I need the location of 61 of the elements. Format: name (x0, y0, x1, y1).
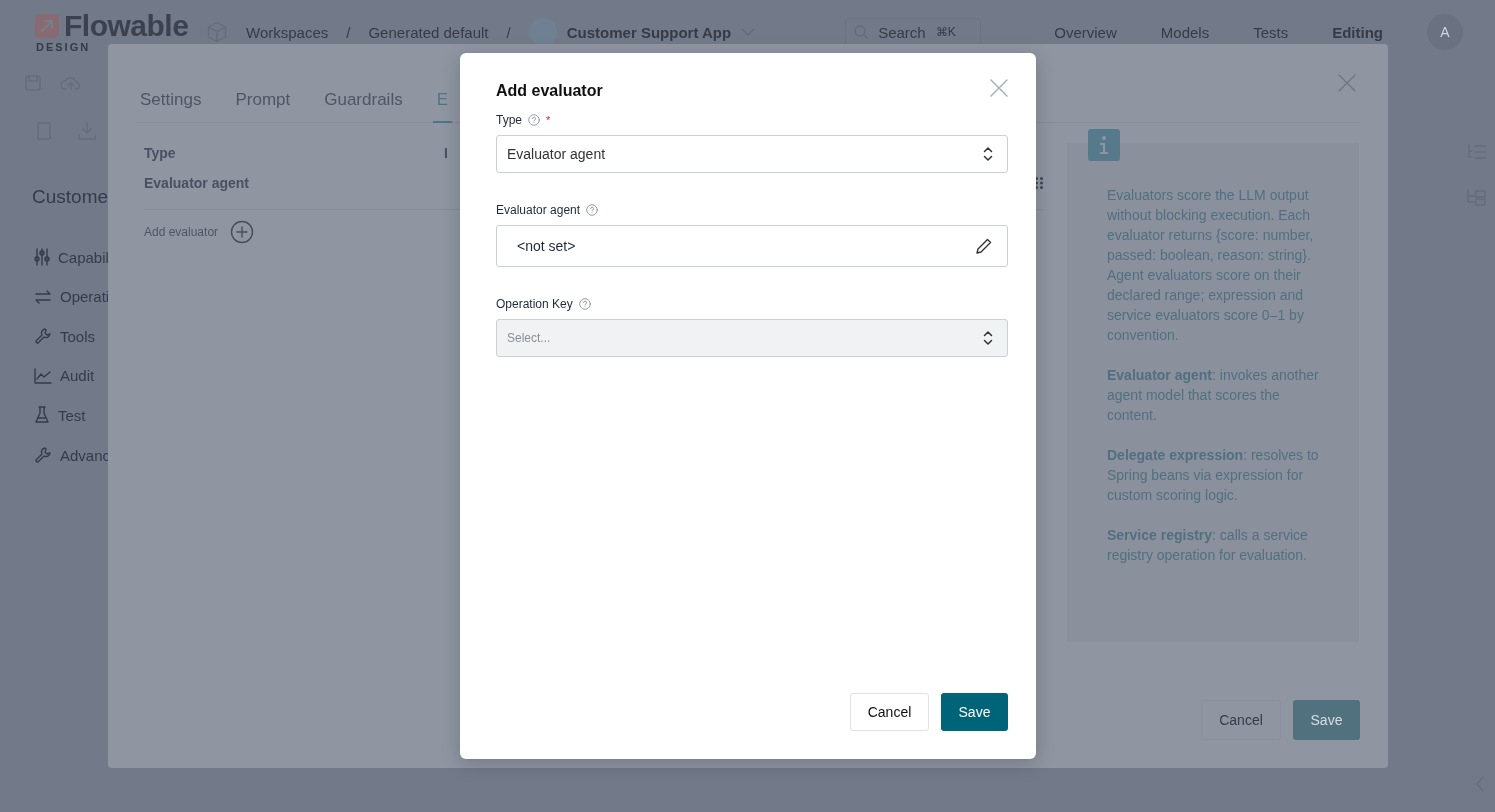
column-header: I (444, 145, 448, 161)
column-header: Type (144, 145, 177, 161)
add-evaluator-link[interactable]: Add evaluator (144, 225, 219, 239)
page-title: Custome (32, 186, 108, 208)
app-badge-icon (528, 18, 557, 46)
avatar[interactable]: A (1427, 14, 1463, 50)
info-paragraph: Evaluator agent: invokes another agent model that scores the content. (1107, 366, 1319, 425)
swap-arrows-icon (34, 288, 52, 305)
sidebar-item[interactable]: Operati (60, 288, 110, 305)
cancel-button[interactable]: Cancel (1201, 700, 1281, 740)
field-label: Type (496, 113, 522, 127)
sidebar-item[interactable]: Tools (60, 327, 96, 345)
info-paragraph: Service registry: calls a service registry operation for evaluation. (1107, 526, 1309, 565)
chevron-updown-icon (983, 330, 993, 346)
select-field[interactable]: Evaluator agent (496, 135, 1008, 173)
tab[interactable]: Prompt (231, 88, 295, 123)
logo-icon (34, 13, 60, 39)
logo-text: Flowable (64, 11, 189, 41)
close-icon (1338, 74, 1356, 92)
nav-link[interactable]: Tests (1253, 23, 1289, 41)
drag-handle-icon[interactable] (1035, 177, 1043, 189)
breadcrumb-separator: / (506, 23, 511, 41)
tab[interactable]: Settings (136, 88, 206, 123)
close-icon (990, 79, 1008, 97)
tab[interactable]: Guardrails (320, 88, 407, 123)
help-icon (586, 204, 599, 216)
sidebar-item[interactable]: Test (58, 406, 86, 424)
agent-picker-field[interactable]: <not set> (496, 225, 1008, 267)
breadcrumb-link[interactable]: Generated default (368, 23, 489, 41)
save-button[interactable]: Save (941, 693, 1008, 731)
sidebar-item[interactable]: Audit (60, 367, 95, 384)
sidebar-item[interactable]: Capabil (58, 248, 109, 266)
info-paragraph: Delegate expression: resolves to Spring beans via expression for custom scoring logic. (1107, 446, 1319, 505)
save-button[interactable]: Save (1293, 700, 1360, 740)
wrench-icon (34, 446, 52, 464)
required-mark: * (546, 114, 551, 126)
logo-subtitle: DESIGN (36, 41, 92, 53)
sidebar-item[interactable]: Advanc (60, 446, 111, 464)
nav-link[interactable]: Models (1160, 23, 1210, 41)
nav-link[interactable]: Editing (1332, 23, 1383, 41)
help-icon (528, 114, 540, 126)
app-selector[interactable]: Customer Support App (566, 23, 732, 41)
wrench-icon (34, 327, 52, 345)
info-paragraph: Evaluators score the LLM output without blocking execution. Each evaluator returns {score: number, passed: boolean, reason: string}. Agent evaluators score on their declared range; expression and service evaluators score 0–1 by convention. (1107, 186, 1315, 345)
sliders-icon (34, 248, 50, 266)
cancel-button[interactable]: Cancel (850, 693, 929, 731)
dialog-title: Add evaluator (496, 82, 603, 100)
flask-icon (34, 406, 50, 424)
field-label: Operation Key (496, 297, 573, 311)
breadcrumb-separator: / (346, 23, 351, 41)
breadcrumb-link[interactable]: Workspaces (246, 23, 329, 41)
chevron-updown-icon (983, 146, 993, 162)
field-label: Evaluator agent (496, 203, 581, 217)
help-icon (578, 298, 591, 310)
nav-link[interactable]: Overview (1054, 23, 1117, 41)
add-circle-icon (230, 220, 255, 244)
table-cell: Evaluator agent (144, 175, 250, 191)
pencil-icon (975, 237, 993, 255)
cube-icon (206, 21, 228, 43)
line-chart-icon (34, 367, 52, 384)
tab[interactable]: E (432, 88, 452, 123)
